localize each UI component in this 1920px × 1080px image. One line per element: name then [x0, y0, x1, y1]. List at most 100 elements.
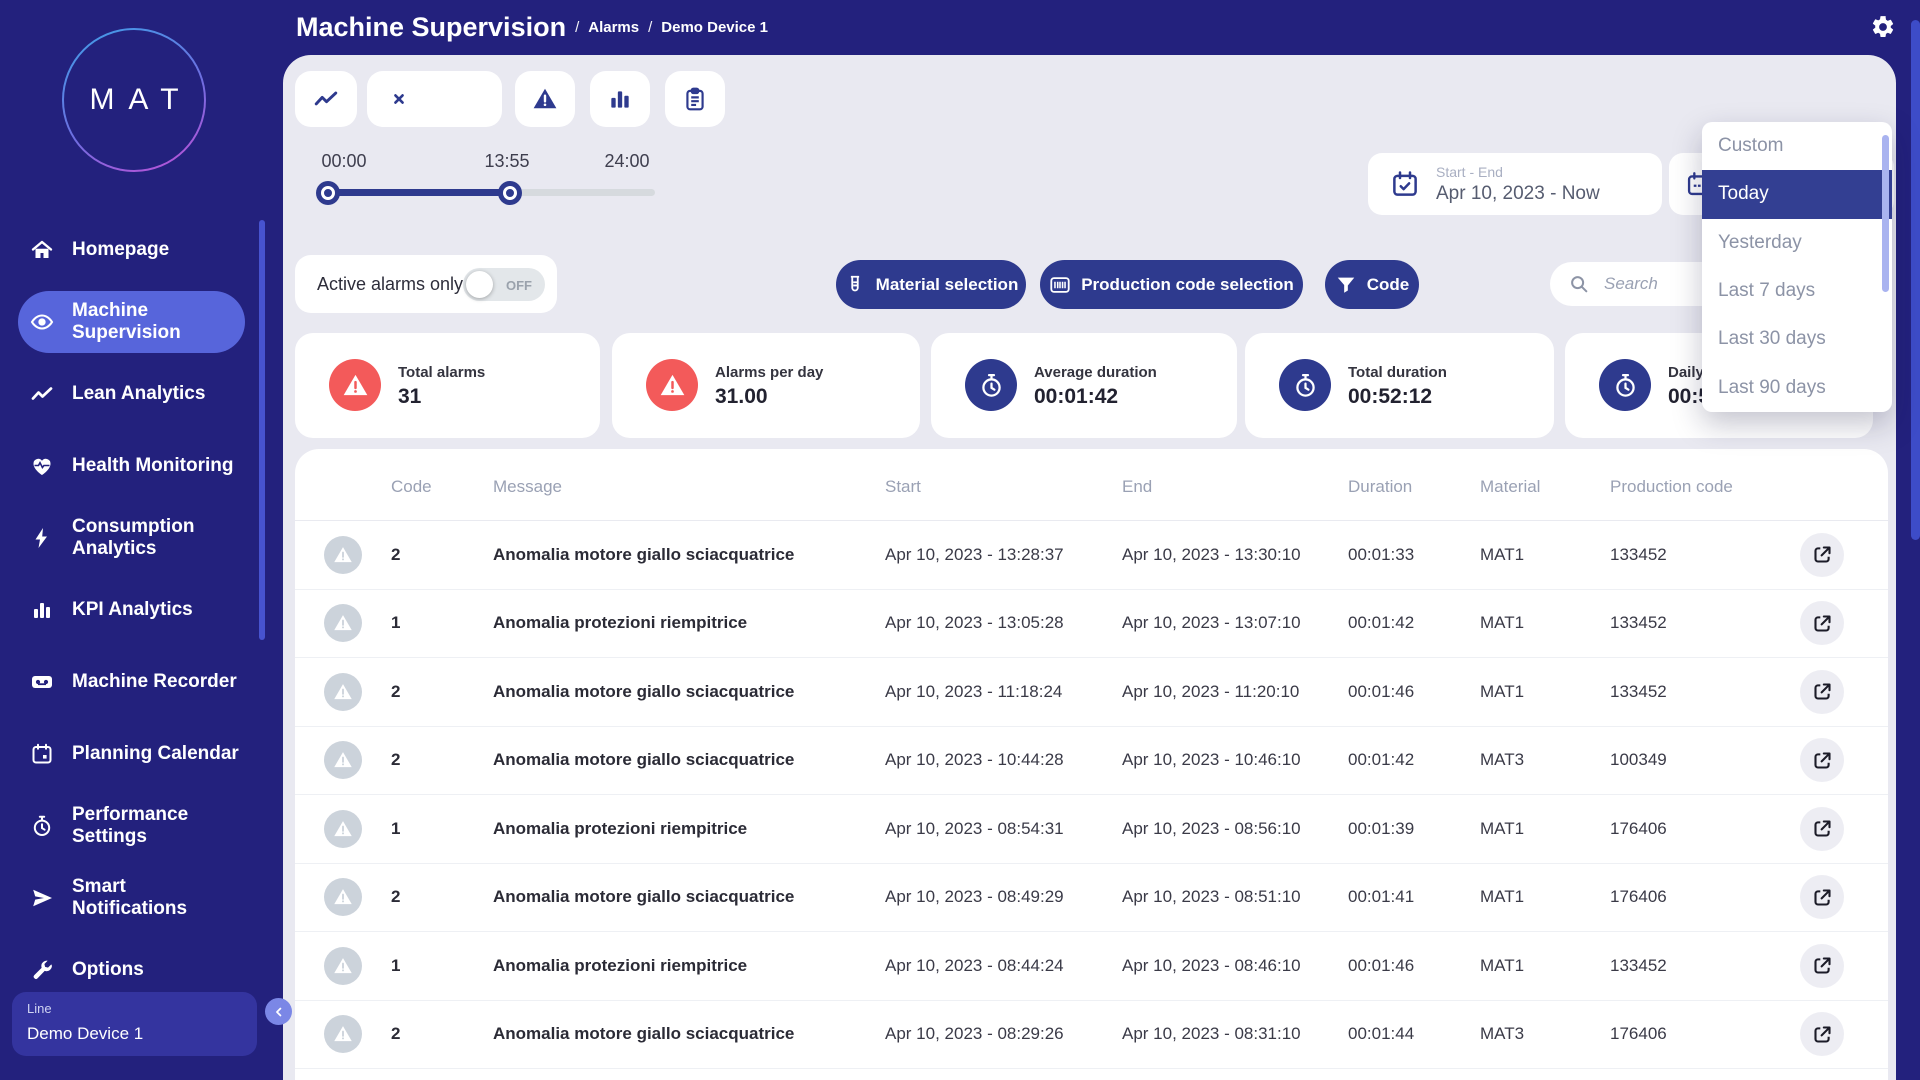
- menu-option-today[interactable]: Today: [1702, 170, 1892, 218]
- column-header-code[interactable]: Code: [391, 477, 432, 497]
- sidebar-item-label: Health Monitoring: [72, 455, 233, 477]
- sidebar-nav: Homepage Machine SupervisionLean Analytic…: [0, 214, 267, 1006]
- date-range-menu-scrollbar[interactable]: [1882, 135, 1889, 292]
- menu-option-last-30-days[interactable]: Last 30 days: [1702, 315, 1892, 363]
- cell-duration: 00:01:46: [1348, 956, 1414, 976]
- home-icon: [30, 238, 54, 262]
- circledx-icon: [386, 86, 412, 112]
- sidebar-item-performance-settings[interactable]: Performance Settings: [0, 790, 267, 862]
- sidebar-item-homepage[interactable]: Homepage: [0, 214, 267, 286]
- cell-production-code: 176406: [1610, 1024, 1667, 1044]
- material-icon: [844, 274, 866, 296]
- open-alarm-detail-button[interactable]: [1800, 875, 1844, 919]
- menu-option-custom[interactable]: Custom: [1702, 122, 1892, 170]
- menu-option-yesterday[interactable]: Yesterday: [1702, 219, 1892, 267]
- production-code-selection-button[interactable]: Production code selection: [1040, 260, 1303, 309]
- table-row: 2Anomalia motore giallo sciacquatriceApr…: [295, 1001, 1888, 1070]
- cell-duration: 00:01:46: [1348, 682, 1414, 702]
- cell-code: 2: [391, 1024, 400, 1044]
- toggle-knob: [466, 271, 493, 298]
- tab-alarms[interactable]: Alarms: [367, 71, 502, 127]
- tab-clipboard[interactable]: [665, 71, 725, 127]
- external-icon: [1812, 887, 1833, 908]
- stat-card-total-alarms: Total alarms31: [295, 333, 600, 438]
- menu-option-last-90-days[interactable]: Last 90 days: [1702, 363, 1892, 411]
- warning-icon: [342, 372, 369, 399]
- cell-start: Apr 10, 2023 - 08:54:31: [885, 819, 1064, 839]
- time-slider-handle-end[interactable]: [498, 181, 522, 205]
- breadcrumb-alarms[interactable]: Alarms: [588, 19, 639, 36]
- cell-code: 1: [391, 819, 400, 839]
- calendar-icon: [30, 742, 54, 766]
- page-scrollbar[interactable]: [1911, 20, 1920, 540]
- time-slider-handle-start[interactable]: [316, 181, 340, 205]
- sidebar-item-smart-notifications[interactable]: Smart Notifications: [0, 862, 267, 934]
- cell-end: Apr 10, 2023 - 11:20:10: [1122, 682, 1299, 702]
- warning-icon: [333, 1024, 353, 1044]
- sidebar-item-consumption-analytics[interactable]: Consumption Analytics: [0, 502, 267, 574]
- stat-icon-circle: [965, 359, 1017, 411]
- time-slider-fill: [328, 189, 510, 196]
- menu-option-last-7-days[interactable]: Last 7 days: [1702, 267, 1892, 315]
- column-header-end[interactable]: End: [1122, 477, 1152, 497]
- cell-code: 2: [391, 545, 400, 565]
- sidebar-item-machine-supervision[interactable]: Machine Supervision: [18, 291, 245, 353]
- column-header-material[interactable]: Material: [1480, 477, 1540, 497]
- cell-material: MAT1: [1480, 956, 1524, 976]
- trend-icon: [30, 382, 54, 406]
- cell-material: MAT1: [1480, 819, 1524, 839]
- active-alarms-label: Active alarms only: [317, 274, 463, 295]
- open-alarm-detail-button[interactable]: [1800, 738, 1844, 782]
- cell-code: 2: [391, 682, 400, 702]
- stat-value: 00:01:42: [1034, 385, 1118, 409]
- cell-code: 2: [391, 750, 400, 770]
- date-range-picker[interactable]: Start - End Apr 10, 2023 - Now: [1368, 153, 1662, 215]
- clipboard-icon: [682, 86, 708, 112]
- cell-duration: 00:01:41: [1348, 887, 1414, 907]
- sidebar-item-planning-calendar[interactable]: Planning Calendar: [0, 718, 267, 790]
- open-alarm-detail-button[interactable]: [1800, 807, 1844, 851]
- column-header-message[interactable]: Message: [493, 477, 562, 497]
- trend-icon: [313, 86, 339, 112]
- cell-end: Apr 10, 2023 - 08:51:10: [1122, 887, 1301, 907]
- sidebar-collapse-button[interactable]: [265, 998, 292, 1025]
- sidebar-item-label: KPI Analytics: [72, 599, 193, 621]
- sidebar-item-label: Smart Notifications: [72, 876, 242, 920]
- sidebar-item-lean-analytics[interactable]: Lean Analytics: [0, 358, 267, 430]
- sidebar-item-machine-recorder[interactable]: Machine Recorder: [0, 646, 267, 718]
- brand-logo-text: MAT: [75, 83, 192, 117]
- device-selector-card[interactable]: Line Demo Device 1: [12, 992, 257, 1056]
- warning-icon: [333, 682, 353, 702]
- cell-material: MAT1: [1480, 545, 1524, 565]
- code-filter-button[interactable]: Code: [1325, 260, 1419, 309]
- active-alarms-toggle[interactable]: OFF: [463, 268, 545, 301]
- stat-label: Daily: [1668, 364, 1704, 381]
- stat-value: 31: [398, 385, 421, 409]
- open-alarm-detail-button[interactable]: [1800, 601, 1844, 645]
- open-alarm-detail-button[interactable]: [1800, 670, 1844, 714]
- breadcrumb-device[interactable]: Demo Device 1: [661, 19, 768, 36]
- tab-trend[interactable]: [295, 71, 357, 127]
- open-alarm-detail-button[interactable]: [1800, 1012, 1844, 1056]
- cell-message: Anomalia motore giallo sciacquatrice: [493, 682, 794, 702]
- tab-warning[interactable]: [515, 71, 575, 127]
- material-selection-button[interactable]: Material selection: [836, 260, 1026, 309]
- tab-bars[interactable]: [590, 71, 650, 127]
- column-header-start[interactable]: Start: [885, 477, 921, 497]
- alarm-warning-icon: [324, 741, 362, 779]
- date-range-menu: CustomTodayYesterdayLast 7 daysLast 30 d…: [1702, 122, 1892, 412]
- open-alarm-detail-button[interactable]: [1800, 533, 1844, 577]
- warning-icon: [333, 887, 353, 907]
- settings-gear-button[interactable]: [1869, 14, 1897, 42]
- breadcrumb-separator: /: [575, 19, 579, 36]
- sidebar-item-health-monitoring[interactable]: Health Monitoring: [0, 430, 267, 502]
- sidebar-scrollbar[interactable]: [259, 220, 265, 640]
- sidebar-item-kpi-analytics[interactable]: KPI Analytics: [0, 574, 267, 646]
- cell-production-code: 176406: [1610, 819, 1667, 839]
- open-alarm-detail-button[interactable]: [1800, 944, 1844, 988]
- column-header-duration[interactable]: Duration: [1348, 477, 1412, 497]
- column-header-production-code[interactable]: Production code: [1610, 477, 1733, 497]
- sidebar-item-label: Homepage: [72, 239, 169, 261]
- chevron-left-icon: [272, 1005, 286, 1019]
- table-header-row: Code Message Start End Duration Material Produ…: [295, 449, 1888, 521]
